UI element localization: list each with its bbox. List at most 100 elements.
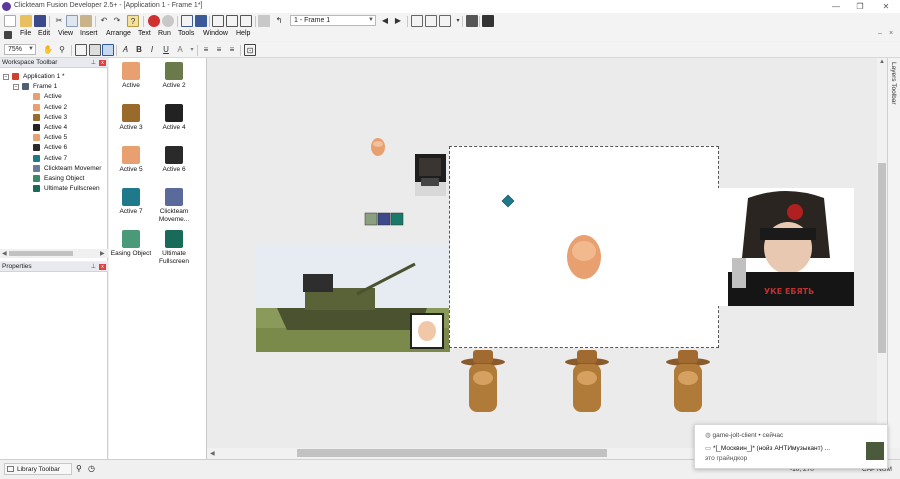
clock-icon[interactable]: ◷ (88, 464, 95, 473)
scroll-up-icon[interactable]: ▲ (879, 59, 885, 65)
minimize-button[interactable]: — (826, 0, 846, 13)
active-6-dark-image[interactable] (415, 154, 446, 196)
library-object[interactable]: Ultimate Fullscreen (152, 230, 196, 266)
grid-icon[interactable] (258, 15, 270, 27)
event-list-icon[interactable] (226, 15, 238, 27)
cut-icon[interactable]: ✂ (53, 15, 65, 27)
storyboard-editor-icon[interactable] (181, 15, 193, 27)
scroll-left-icon[interactable]: ◀ (210, 450, 215, 457)
notification-toast[interactable]: ◍ game-jolt-client • сейчас ▭ *[_Москвин… (694, 424, 888, 469)
maximize-button[interactable]: ❐ (850, 0, 870, 13)
active-3-figures[interactable] (457, 348, 737, 418)
menu-view[interactable]: View (58, 30, 73, 37)
event-editor-icon[interactable] (212, 15, 224, 27)
next-frame-icon[interactable]: ▶ (392, 15, 404, 27)
library-object[interactable]: Active 7 (109, 188, 153, 216)
align-center-icon[interactable]: ≡ (213, 44, 225, 56)
scroll-right-icon[interactable]: ▶ (100, 250, 105, 257)
workspace-hscroll[interactable]: ◀ ▶ (0, 249, 108, 258)
library-object[interactable]: Active 5 (109, 146, 153, 174)
zoom-select[interactable]: 75% ▼ (4, 44, 36, 55)
text-color-icon[interactable]: A (174, 44, 186, 56)
editor-vertical-scrollbar[interactable]: ▲ ▼ (877, 58, 887, 448)
save-icon[interactable] (34, 15, 46, 27)
cowboy-figure[interactable] (666, 350, 710, 412)
library-object[interactable]: Active 4 (152, 104, 196, 132)
library-object[interactable]: Active 3 (109, 104, 153, 132)
scroll-left-icon[interactable]: ◀ (2, 250, 7, 257)
frame-area[interactable] (449, 146, 719, 348)
hand-tool-icon[interactable]: ✋ (42, 44, 54, 56)
active-face-small[interactable] (371, 138, 385, 156)
stop-icon[interactable] (466, 15, 478, 27)
copy-icon[interactable] (66, 15, 78, 27)
menu-file[interactable]: File (20, 30, 31, 37)
active-face-large[interactable] (567, 235, 601, 279)
paste-icon[interactable] (80, 15, 92, 27)
menu-help[interactable]: Help (236, 30, 250, 37)
redo-icon[interactable]: ↷ (111, 15, 123, 27)
underline-button[interactable]: U (160, 44, 172, 56)
vscroll-thumb[interactable] (878, 163, 886, 353)
frame-number-icon[interactable]: ↰ (273, 15, 285, 27)
bold-button[interactable]: B (133, 44, 145, 56)
menu-window[interactable]: Window (203, 30, 228, 37)
cowboy-figure[interactable] (461, 350, 505, 412)
active-6-person-image[interactable]: УКЕ ЕБЯТЬ (718, 188, 854, 306)
insert-frame-icon[interactable] (411, 15, 423, 27)
center-frame-icon[interactable]: ⊡ (244, 44, 256, 56)
collapse-icon[interactable]: − (3, 74, 9, 80)
build-icon[interactable] (482, 15, 494, 27)
close-button[interactable]: ✕ (876, 0, 896, 13)
menu-edit[interactable]: Edit (38, 30, 50, 37)
collapse-icon[interactable]: − (13, 84, 19, 91)
library-object[interactable]: Easing Object (109, 230, 153, 258)
zoom-tool-icon[interactable]: ⚲ (56, 44, 68, 56)
library-object[interactable]: Active 6 (152, 146, 196, 174)
active-2-tank-image[interactable] (256, 244, 450, 352)
mdi-minimize-icon[interactable]: – (878, 30, 882, 37)
undo-icon[interactable]: ↶ (98, 15, 110, 27)
data-elements-icon[interactable] (240, 15, 252, 27)
duplicate-frame-icon[interactable] (425, 15, 437, 27)
mdi-close-icon[interactable]: × (889, 30, 893, 37)
show-grid-icon[interactable] (75, 44, 87, 56)
extension-objects-row[interactable] (364, 212, 404, 226)
align-right-icon[interactable]: ≡ (226, 44, 238, 56)
frame-editor-icon[interactable] (195, 15, 207, 27)
frame-properties-icon[interactable] (439, 15, 451, 27)
menu-text[interactable]: Text (138, 30, 151, 37)
cowboy-figure[interactable] (565, 350, 609, 412)
library-toolbar-tab[interactable]: Library Toolbar (4, 463, 72, 475)
app-menu-icon[interactable] (4, 31, 12, 39)
close-panel-icon[interactable]: x (99, 60, 106, 66)
pin-icon[interactable]: ⊥ (91, 262, 96, 272)
open-folder-icon[interactable] (20, 15, 32, 27)
search-icon[interactable]: ⚲ (76, 464, 82, 473)
snap-icon[interactable] (89, 44, 101, 56)
pin-icon[interactable]: ⊥ (91, 58, 96, 68)
record-icon[interactable] (162, 15, 174, 27)
library-object[interactable]: Active 2 (152, 62, 196, 90)
layers-toolbar[interactable]: Layers Toolbar (887, 58, 900, 448)
previous-frame-icon[interactable]: ◀ (379, 15, 391, 27)
italic-button[interactable]: I (146, 44, 158, 56)
new-file-icon[interactable] (4, 15, 16, 27)
menu-run[interactable]: Run (158, 30, 171, 37)
hscroll-thumb[interactable] (297, 449, 607, 457)
align-left-icon[interactable]: ≡ (200, 44, 212, 56)
menu-tools[interactable]: Tools (178, 30, 194, 37)
scroll-thumb[interactable] (9, 251, 73, 256)
help-icon[interactable]: ? (127, 15, 139, 27)
library-object[interactable]: Active (109, 62, 153, 90)
close-panel-icon[interactable]: x (99, 264, 106, 270)
grid-setup-icon[interactable] (102, 44, 114, 56)
frame-selector[interactable]: 1 - Frame 1 ▼ (290, 15, 376, 26)
menu-insert[interactable]: Insert (80, 30, 98, 37)
stop-run-icon[interactable] (148, 15, 160, 27)
menu-arrange[interactable]: Arrange (106, 30, 131, 37)
font-icon[interactable]: 𝐴 (119, 44, 131, 56)
library-object[interactable]: Clickteam Moveme... (152, 188, 196, 224)
frame-editor-canvas[interactable]: ↖ УКЕ ЕБЯТЬ (207, 58, 887, 448)
active-7-diamond[interactable] (501, 194, 515, 208)
